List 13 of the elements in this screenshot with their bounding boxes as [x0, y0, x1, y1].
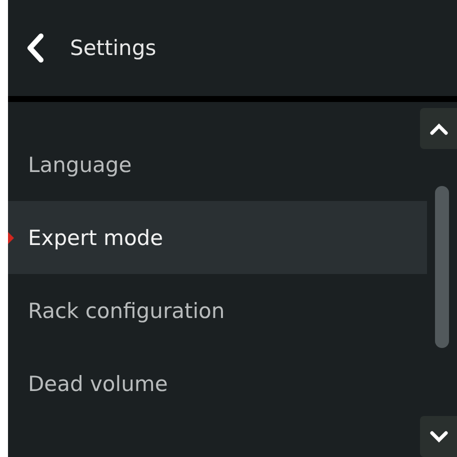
selection-marker-icon: [8, 232, 14, 244]
menu-item[interactable]: Expert mode: [8, 201, 427, 274]
scroll-up-button[interactable]: [420, 108, 457, 149]
page-title: Settings: [70, 36, 156, 60]
scroll-down-button[interactable]: [420, 416, 457, 457]
chevron-up-icon: [430, 122, 448, 134]
menu-item[interactable]: Dead volume: [8, 347, 427, 420]
scrollbar-thumb[interactable]: [435, 186, 449, 348]
menu-item[interactable]: Rack configuration: [8, 274, 427, 347]
chevron-down-icon: [430, 430, 448, 442]
back-button[interactable]: [26, 33, 44, 63]
menu-item[interactable]: Language: [8, 128, 427, 201]
back-icon: [26, 33, 44, 63]
